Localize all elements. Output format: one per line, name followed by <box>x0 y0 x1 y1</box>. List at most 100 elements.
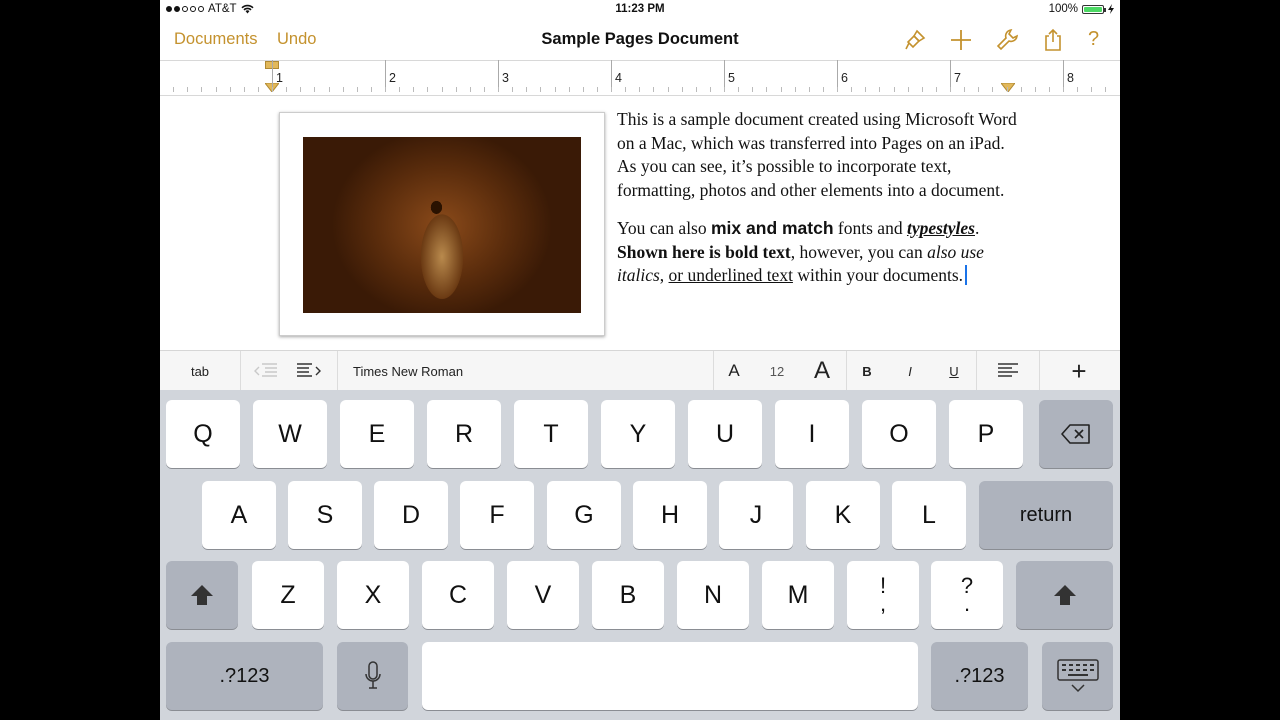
ruler-minor-tick <box>427 87 428 92</box>
ruler-minor-tick <box>1091 87 1092 92</box>
ruler-minor-tick <box>738 87 739 92</box>
ruler-number: 2 <box>389 71 396 85</box>
decrease-font-size-button[interactable]: A <box>722 351 746 391</box>
document-canvas[interactable]: This is a sample document created using … <box>160 96 1120 350</box>
delete-key[interactable] <box>1039 400 1113 468</box>
ruler-minor-tick <box>781 87 782 92</box>
ruler-minor-tick <box>724 87 725 92</box>
ruler-minor-tick <box>314 87 315 92</box>
key-exclamation-comma[interactable]: !, <box>847 561 919 629</box>
font-size-label[interactable]: 12 <box>762 351 792 391</box>
key-question-period[interactable]: ?. <box>931 561 1003 629</box>
numbers-key-left[interactable]: .?123 <box>166 642 323 710</box>
key-e[interactable]: E <box>340 400 414 468</box>
status-bar: AT&T 11:23 PM 100% <box>160 0 1120 20</box>
format-bar: tab Times New Roman A 12 A B I U + <box>160 350 1120 391</box>
plus-icon[interactable] <box>948 27 974 53</box>
dictation-key[interactable] <box>337 642 408 710</box>
key-o[interactable]: O <box>862 400 936 468</box>
insert-button[interactable]: + <box>1060 351 1098 391</box>
key-d[interactable]: D <box>374 481 448 549</box>
key-y[interactable]: Y <box>601 400 675 468</box>
key-m[interactable]: M <box>762 561 834 629</box>
battery-icon <box>1082 4 1106 14</box>
italic-button[interactable]: I <box>898 351 922 391</box>
paintbrush-icon[interactable] <box>902 27 928 53</box>
ruler-minor-tick <box>484 87 485 92</box>
ruler-minor-tick <box>1021 87 1022 92</box>
key-l[interactable]: L <box>892 481 966 549</box>
wrench-icon[interactable] <box>994 27 1020 53</box>
divider <box>1039 351 1040 391</box>
font-name-button[interactable]: Times New Roman <box>353 351 463 391</box>
indent-icon[interactable] <box>296 362 322 380</box>
key-s[interactable]: S <box>288 481 362 549</box>
key-g[interactable]: G <box>547 481 621 549</box>
key-bottom-char: . <box>963 591 971 616</box>
ruler-minor-tick <box>230 87 231 92</box>
underlined-text: or underlined text <box>668 265 793 286</box>
underline-button[interactable]: U <box>942 351 966 391</box>
key-i[interactable]: I <box>775 400 849 468</box>
numbers-key-right[interactable]: .?123 <box>931 642 1028 710</box>
ruler-minor-tick <box>456 87 457 92</box>
tab-button[interactable]: tab <box>160 351 240 391</box>
return-key[interactable]: return <box>979 481 1113 549</box>
share-icon[interactable] <box>1040 27 1066 53</box>
ruler-minor-tick <box>752 87 753 92</box>
backspace-icon <box>1061 424 1090 444</box>
key-k[interactable]: K <box>806 481 880 549</box>
key-p[interactable]: P <box>949 400 1023 468</box>
increase-font-size-button[interactable]: A <box>808 351 836 391</box>
bold-text: Shown here is bold text <box>617 241 791 262</box>
key-f[interactable]: F <box>460 481 534 549</box>
key-n[interactable]: N <box>677 561 749 629</box>
ruler-minor-tick <box>851 87 852 92</box>
ruler-minor-tick <box>413 87 414 92</box>
text-run: You can also <box>617 217 711 238</box>
image-frame[interactable] <box>279 112 605 336</box>
key-q[interactable]: Q <box>166 400 240 468</box>
ruler-minor-tick <box>879 87 880 92</box>
divider <box>240 351 241 391</box>
eagle-photo[interactable] <box>303 137 581 313</box>
divider <box>337 351 338 391</box>
outdent-icon[interactable] <box>254 362 278 380</box>
key-t[interactable]: T <box>514 400 588 468</box>
key-h[interactable]: H <box>633 481 707 549</box>
bold-button[interactable]: B <box>854 351 880 391</box>
right-indent-marker[interactable] <box>1001 83 1015 92</box>
ruler-minor-tick <box>343 87 344 92</box>
ipad-screen: AT&T 11:23 PM 100% Documents Undo Sample… <box>160 0 1120 720</box>
key-v[interactable]: V <box>507 561 579 629</box>
key-a[interactable]: A <box>202 481 276 549</box>
ruler-minor-tick <box>1063 87 1064 92</box>
keyboard-dismiss-icon <box>1056 659 1099 693</box>
space-key[interactable] <box>422 642 918 710</box>
align-left-icon[interactable] <box>996 362 1020 380</box>
key-u[interactable]: U <box>688 400 762 468</box>
key-z[interactable]: Z <box>252 561 324 629</box>
ruler[interactable]: 1 2 3 4 5 6 7 8 <box>160 60 1120 96</box>
ruler-minor-tick <box>653 87 654 92</box>
ruler-minor-tick <box>216 87 217 92</box>
key-c[interactable]: C <box>422 561 494 629</box>
key-b[interactable]: B <box>592 561 664 629</box>
key-j[interactable]: J <box>719 481 793 549</box>
paragraph-1[interactable]: This is a sample document created using … <box>617 108 1017 203</box>
mixed-font-text: mix and match <box>711 217 834 238</box>
ruler-minor-tick <box>300 87 301 92</box>
hide-keyboard-key[interactable] <box>1042 642 1113 710</box>
document-text[interactable]: This is a sample document created using … <box>617 108 1017 302</box>
key-x[interactable]: X <box>337 561 409 629</box>
ruler-minor-tick <box>286 87 287 92</box>
ruler-minor-tick <box>865 87 866 92</box>
text-run: . <box>974 217 980 238</box>
key-r[interactable]: R <box>427 400 501 468</box>
shift-key-right[interactable] <box>1016 561 1113 629</box>
help-icon[interactable]: ? <box>1088 28 1099 51</box>
paragraph-2[interactable]: You can also mix and match fonts and typ… <box>617 217 1017 288</box>
ruler-minor-tick <box>371 87 372 92</box>
key-w[interactable]: W <box>253 400 327 468</box>
shift-key-left[interactable] <box>166 561 238 629</box>
